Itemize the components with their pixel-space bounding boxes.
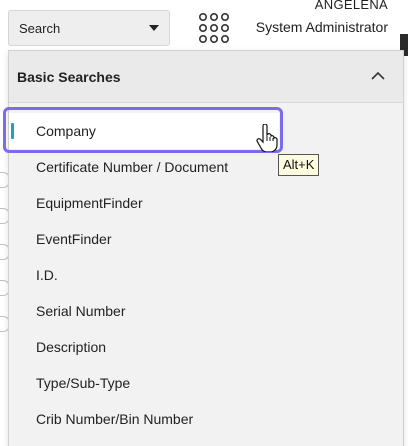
search-option-label: EventFinder [36,231,112,247]
search-option-label: Crib Number/Bin Number [36,411,194,427]
user-role: System Administrator [255,19,388,35]
hand-cursor-icon [256,124,278,152]
search-option-label: Description [36,339,107,355]
search-select-value: Search [19,20,61,36]
search-option-equipmentfinder[interactable]: EquipmentFinder [9,185,403,221]
search-option-label: Company [36,123,96,139]
search-option-company[interactable]: Company [3,107,283,153]
search-options-list: Company Certificate Number / Document Eq… [3,107,403,437]
search-option-certificate-number[interactable]: Certificate Number / Document [9,149,403,185]
chevron-up-icon[interactable] [371,69,385,83]
panel-title: Basic Searches [17,68,121,85]
page: Search ANGELENA System Administrator Bas… [0,0,408,446]
search-option-eventfinder[interactable]: EventFinder [9,221,403,257]
search-option-label: Serial Number [36,303,126,319]
search-option-label: EquipmentFinder [36,195,143,211]
shortcut-tooltip: Alt+K [278,154,320,176]
search-option-type-subtype[interactable]: Type/Sub-Type [9,365,403,401]
user-info[interactable]: ANGELENA System Administrator [256,0,388,38]
basic-searches-dropdown: Basic Searches Company Certificate Numbe… [3,50,404,446]
search-option-crib-bin-number[interactable]: Crib Number/Bin Number [9,401,403,437]
search-option-label: Type/Sub-Type [36,375,131,391]
caret-down-icon [149,25,159,31]
search-option-label: Certificate Number / Document [36,159,229,175]
search-option-serial-number[interactable]: Serial Number [9,293,403,329]
user-name: ANGELENA [314,0,388,12]
search-option-description[interactable]: Description [9,329,403,365]
apps-grid-icon[interactable] [198,12,230,44]
panel-header[interactable]: Basic Searches [9,51,403,103]
search-option-id[interactable]: I.D. [9,257,403,293]
search-type-select[interactable]: Search [8,10,170,46]
search-option-label: I.D. [36,267,58,283]
